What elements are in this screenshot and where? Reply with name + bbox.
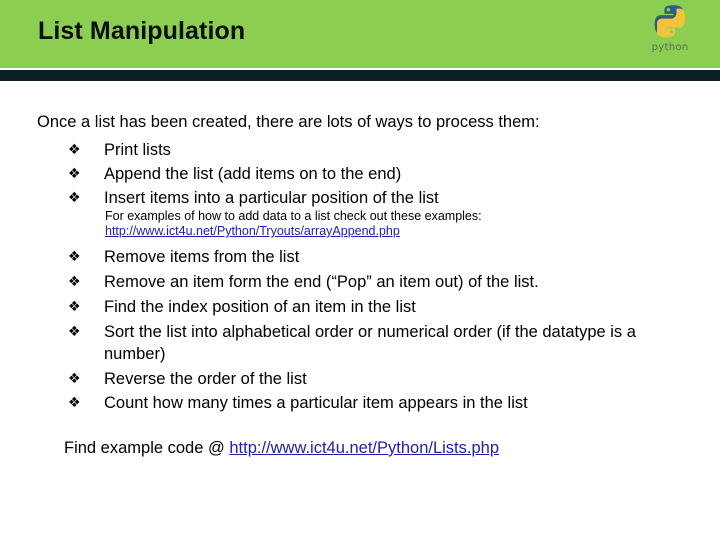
list-item-label: Append the list (add items on to the end…	[104, 165, 402, 183]
list-item: ❖ Count how many times a particular item…	[68, 392, 648, 414]
header-accent-bar	[0, 70, 720, 81]
subnote-text: For examples of how to add data to a lis…	[105, 209, 482, 223]
lists-example-link[interactable]: http://www.ict4u.net/Python/Lists.php	[229, 439, 499, 457]
diamond-bullet-icon: ❖	[68, 371, 81, 387]
footer-prefix-label: Find example code @	[64, 439, 230, 457]
page-title: List Manipulation	[38, 17, 246, 45]
diamond-bullet-icon: ❖	[68, 249, 81, 265]
diamond-bullet-icon: ❖	[68, 166, 81, 182]
list-item: ❖ Find the index position of an item in …	[68, 296, 648, 318]
list-item-label: Print lists	[104, 141, 171, 159]
python-wordmark: python	[651, 42, 689, 53]
list-item: ❖ Sort the list into alphabetical order …	[68, 321, 648, 365]
list-item-label: Remove an item form the end (“Pop” an it…	[104, 273, 539, 291]
list-item-label: Reverse the order of the list	[104, 370, 307, 388]
footer-line: Find example code @ http://www.ict4u.net…	[64, 437, 499, 459]
diamond-bullet-icon: ❖	[68, 324, 81, 340]
diamond-bullet-icon: ❖	[68, 395, 81, 411]
slide-content: Once a list has been created, there are …	[0, 81, 720, 540]
list-item: ❖ Reverse the order of the list	[68, 368, 648, 390]
diamond-bullet-icon: ❖	[68, 274, 81, 290]
diamond-bullet-icon: ❖	[68, 142, 81, 158]
list-item-label: Insert items into a particular position …	[104, 189, 439, 207]
list-item-label: Count how many times a particular item a…	[104, 394, 528, 412]
python-logo-icon	[654, 5, 686, 38]
list-item: ❖ Append the list (add items on to the e…	[68, 163, 648, 185]
subnote-block: For examples of how to add data to a lis…	[105, 209, 625, 239]
list-item: ❖ Print lists	[68, 139, 648, 161]
list-item: ❖ Remove an item form the end (“Pop” an …	[68, 271, 648, 293]
intro-text: Once a list has been created, there are …	[37, 113, 540, 131]
list-item: ❖ Insert items into a particular positio…	[68, 187, 648, 209]
list-item-label: Sort the list into alphabetical order or…	[104, 323, 636, 363]
array-append-example-link[interactable]: http://www.ict4u.net/Python/Tryouts/arra…	[105, 224, 400, 238]
list-item-label: Find the index position of an item in th…	[104, 298, 416, 316]
list-item: ❖ Remove items from the list	[68, 246, 648, 268]
diamond-bullet-icon: ❖	[68, 299, 81, 315]
list-item-label: Remove items from the list	[104, 248, 300, 266]
diamond-bullet-icon: ❖	[68, 190, 81, 206]
python-logo: python	[642, 3, 698, 65]
